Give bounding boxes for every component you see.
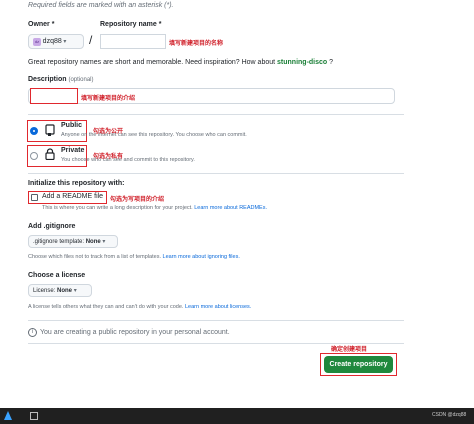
required-note: Required fields are marked with an aster… [28, 2, 174, 9]
license-link[interactable]: Learn more about licenses. [185, 304, 251, 310]
private-desc: You choose who can see and commit to thi… [61, 157, 195, 163]
gitignore-select-prefix: .gitignore template: [33, 239, 86, 245]
taskbar-app-icon[interactable] [30, 412, 38, 420]
gitignore-help: Choose which files not to track from a l… [28, 254, 240, 260]
gitignore-help-text: Choose which files not to track from a l… [28, 254, 163, 260]
description-label: Description (optional) [28, 76, 93, 83]
owner-label: Owner * [28, 21, 55, 28]
repo-name-input[interactable] [100, 34, 166, 49]
create-annotation: 确定创建项目 [331, 347, 368, 353]
divider [28, 320, 404, 321]
description-optional: (optional) [68, 77, 94, 83]
chevron-down-icon: ▾ [63, 39, 67, 45]
gitignore-link[interactable]: Learn more about ignoring files. [163, 254, 240, 260]
repo-name-annotation: 填写新建项目的名称 [169, 41, 224, 47]
readme-help: This is where you can write a long descr… [42, 205, 267, 211]
readme-label: Add a README file [42, 193, 104, 200]
divider [28, 173, 404, 174]
gitignore-select[interactable]: .gitignore template: None ▾ [28, 235, 118, 248]
inspiration-end: ? [327, 59, 334, 66]
description-annotation: 填写新建项目的介绍 [81, 96, 136, 102]
init-heading: Initialize this repository with: [28, 180, 125, 187]
gitignore-heading: Add .gitignore [28, 223, 76, 230]
public-annotation: 勾选为公开 [93, 129, 124, 135]
chevron-down-icon: ▾ [102, 239, 106, 245]
inspiration-prefix: Great repository names are short and mem… [28, 59, 278, 66]
owner-select[interactable]: dz dzq88 ▾ [28, 34, 84, 49]
owner-avatar: dz [33, 38, 41, 46]
public-radio[interactable] [30, 127, 38, 135]
description-highlight [30, 88, 78, 104]
info-icon: i [28, 328, 37, 337]
watermark: CSDN @dzq88 [432, 412, 467, 418]
owner-repo-separator: / [89, 33, 93, 47]
owner-value: dzq88 [42, 38, 62, 45]
description-label-text: Description [28, 76, 67, 83]
license-select[interactable]: License: None ▾ [28, 284, 92, 297]
readme-help-text: This is where you can write a long descr… [42, 205, 195, 211]
app-icon[interactable] [4, 411, 12, 420]
taskbar: CSDN @dzq88 [0, 408, 474, 424]
create-repository-button[interactable]: Create repository [324, 356, 393, 373]
private-radio[interactable] [30, 152, 38, 160]
public-desc: Anyone on the internet can see this repo… [61, 132, 247, 138]
public-notice: You are creating a public repository in … [40, 329, 230, 336]
private-annotation: 勾选为私有 [93, 154, 124, 160]
readme-annotation: 勾选为写项目的介绍 [110, 197, 165, 203]
inspiration-text: Great repository names are short and mem… [28, 59, 333, 66]
divider [28, 114, 404, 115]
public-title: Public [61, 122, 83, 129]
license-help-text: A license tells others what they can and… [28, 304, 185, 310]
lock-icon [45, 148, 55, 161]
name-suggestion[interactable]: stunning-disco [277, 59, 327, 66]
license-select-value: None [57, 288, 73, 294]
license-select-prefix: License: [33, 288, 58, 294]
private-title: Private [61, 147, 85, 154]
gitignore-select-value: None [85, 239, 101, 245]
chevron-down-icon: ▾ [73, 288, 77, 294]
repo-icon [45, 124, 55, 136]
readme-checkbox[interactable] [31, 194, 38, 201]
repo-name-label: Repository name * [100, 21, 162, 28]
license-heading: Choose a license [28, 272, 86, 279]
readme-link[interactable]: Learn more about READMEs. [194, 205, 267, 211]
license-help: A license tells others what they can and… [28, 304, 251, 310]
